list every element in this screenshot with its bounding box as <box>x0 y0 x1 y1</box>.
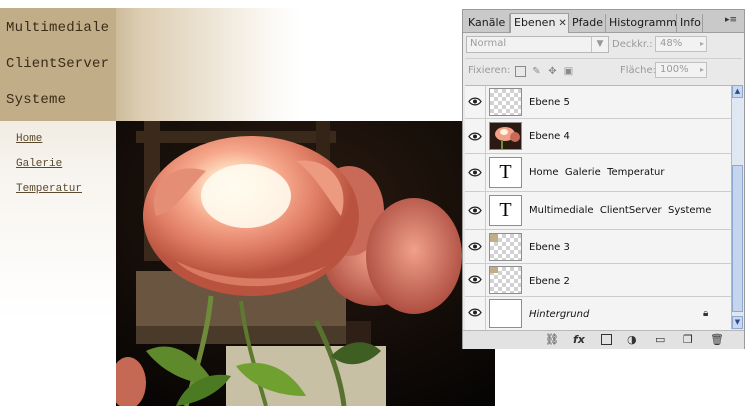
layers-scrollbar[interactable]: ▲ ▼ <box>731 85 743 329</box>
layer-row-ebene-3[interactable]: Ebene 3 <box>465 230 731 264</box>
visibility-toggle[interactable] <box>465 86 486 118</box>
blend-mode-select[interactable]: Normal ▼ <box>466 36 609 53</box>
fx-icon[interactable]: fx <box>573 333 585 346</box>
tab-paths[interactable]: Pfade <box>569 14 606 32</box>
chevron-right-icon: ▸ <box>699 65 704 74</box>
panel-menu-icon[interactable]: ▸≡ <box>725 15 737 25</box>
tab-channels-label: Kanäle <box>468 16 506 29</box>
layer-name: Home Galerie Temperatur <box>529 167 665 178</box>
thumbnail-color-patch <box>490 234 498 242</box>
layer-name: Hintergrund <box>529 309 590 320</box>
mask-icon[interactable] <box>601 334 612 345</box>
layer-row-background[interactable]: Hintergrund 🔒︎ <box>465 297 731 330</box>
text-layer-icon: T <box>489 195 522 226</box>
tab-histogram[interactable]: Histogramm <box>606 14 677 32</box>
text-layer-icon: T <box>489 157 522 188</box>
layer-name: Ebene 3 <box>529 242 570 253</box>
nav-link-temperatur[interactable]: Temperatur <box>16 183 82 195</box>
visibility-toggle[interactable] <box>465 192 486 229</box>
layers-list: Ebene 5 Ebene 4 T Home Galerie Temperatu… <box>465 85 731 330</box>
lock-label: Fixieren: <box>468 65 511 76</box>
tab-info[interactable]: Info <box>677 14 703 32</box>
site-title-block: Multimediale ClientServer Systeme <box>0 8 116 121</box>
opacity-label: Deckkr.: <box>612 39 653 50</box>
layer-name: Ebene 5 <box>529 97 570 108</box>
scroll-down-icon[interactable]: ▼ <box>732 316 743 329</box>
flower-thumbnail-icon <box>495 127 520 149</box>
visibility-toggle[interactable] <box>465 264 486 296</box>
layer-thumbnail <box>489 233 522 261</box>
new-layer-icon[interactable]: ❐ <box>683 333 693 346</box>
layer-thumbnail <box>489 122 522 150</box>
tab-info-label: Info <box>680 16 701 29</box>
lock-position-icon[interactable]: ✥ <box>547 66 558 77</box>
layer-row-ebene-5[interactable]: Ebene 5 <box>465 86 731 119</box>
panel-bottom-toolbar: ⛓ fx ◑ ▭ ❐ 🗑︎ <box>463 330 744 349</box>
lock-image-pixels-icon[interactable]: ✎ <box>531 66 542 77</box>
fill-value: 100% <box>660 64 689 75</box>
peony-photo-image <box>116 121 495 406</box>
site-title-line-3: Systeme <box>6 92 67 108</box>
tab-layers[interactable]: Ebenen ✕ <box>510 13 569 33</box>
fill-field[interactable]: 100% ▸ <box>655 62 707 78</box>
tab-layers-label: Ebenen <box>514 16 556 29</box>
layer-row-text-title[interactable]: T Multimediale ClientServer Systeme <box>465 192 731 230</box>
thumbnail-color-patch <box>490 267 498 273</box>
opacity-field[interactable]: 48% ▸ <box>655 36 707 52</box>
layer-row-text-navigation[interactable]: T Home Galerie Temperatur <box>465 154 731 192</box>
trash-icon[interactable]: 🗑︎ <box>710 333 724 346</box>
eye-icon <box>468 168 482 177</box>
tab-channels[interactable]: Kanäle <box>465 14 510 32</box>
layer-row-ebene-2[interactable]: Ebene 2 <box>465 264 731 297</box>
tab-paths-label: Pfade <box>572 16 603 29</box>
eye-icon <box>468 242 482 251</box>
close-icon[interactable]: ✕ <box>558 18 566 29</box>
site-title-line-2: ClientServer <box>6 56 110 72</box>
scroll-up-icon[interactable]: ▲ <box>732 85 743 98</box>
peony-photo <box>116 121 495 406</box>
lock-transparent-pixels-icon[interactable] <box>515 66 526 77</box>
nav-link-galerie[interactable]: Galerie <box>16 158 62 170</box>
layer-row-ebene-4[interactable]: Ebene 4 <box>465 119 731 154</box>
chevron-right-icon: ▸ <box>699 39 704 48</box>
adjustment-icon[interactable]: ◑ <box>627 333 637 346</box>
divider <box>465 58 742 59</box>
layer-name: Ebene 4 <box>529 131 570 142</box>
site-side-nav: Home Galerie Temperatur <box>0 121 116 406</box>
eye-icon <box>468 97 482 106</box>
link-icon[interactable]: ⛓ <box>545 333 559 346</box>
layer-thumbnail <box>489 299 522 328</box>
fill-label: Fläche: <box>620 65 657 76</box>
layer-thumbnail <box>489 88 522 116</box>
layer-thumbnail <box>489 266 522 294</box>
visibility-toggle[interactable] <box>465 297 486 330</box>
opacity-value: 48% <box>660 38 683 49</box>
eye-icon <box>468 308 482 317</box>
blend-mode-value: Normal <box>470 38 507 49</box>
web-page-canvas: Multimediale ClientServer Systeme Home G… <box>0 0 496 411</box>
site-title-line-1: Multimediale <box>6 20 110 36</box>
nav-link-home[interactable]: Home <box>16 133 42 145</box>
lock-all-icon[interactable]: ▣ <box>563 66 574 77</box>
eye-icon <box>468 132 482 141</box>
layer-name: Ebene 2 <box>529 276 570 287</box>
tab-histogram-label: Histogramm <box>609 16 677 29</box>
layers-panel: Kanäle Ebenen ✕ Pfade Histogramm Info ▸≡ … <box>462 9 745 349</box>
group-folder-icon[interactable]: ▭ <box>655 333 665 346</box>
chevron-down-icon: ▼ <box>591 37 608 52</box>
layer-name: Multimediale ClientServer Systeme <box>529 205 712 216</box>
eye-icon <box>468 275 482 284</box>
scrollbar-thumb[interactable] <box>732 165 743 312</box>
visibility-toggle[interactable] <box>465 154 486 191</box>
visibility-toggle[interactable] <box>465 230 486 263</box>
eye-icon <box>468 206 482 215</box>
lock-icon: 🔒︎ <box>703 308 709 319</box>
panel-tab-bar: Kanäle Ebenen ✕ Pfade Histogramm Info ▸≡ <box>463 10 744 33</box>
visibility-toggle[interactable] <box>465 119 486 153</box>
